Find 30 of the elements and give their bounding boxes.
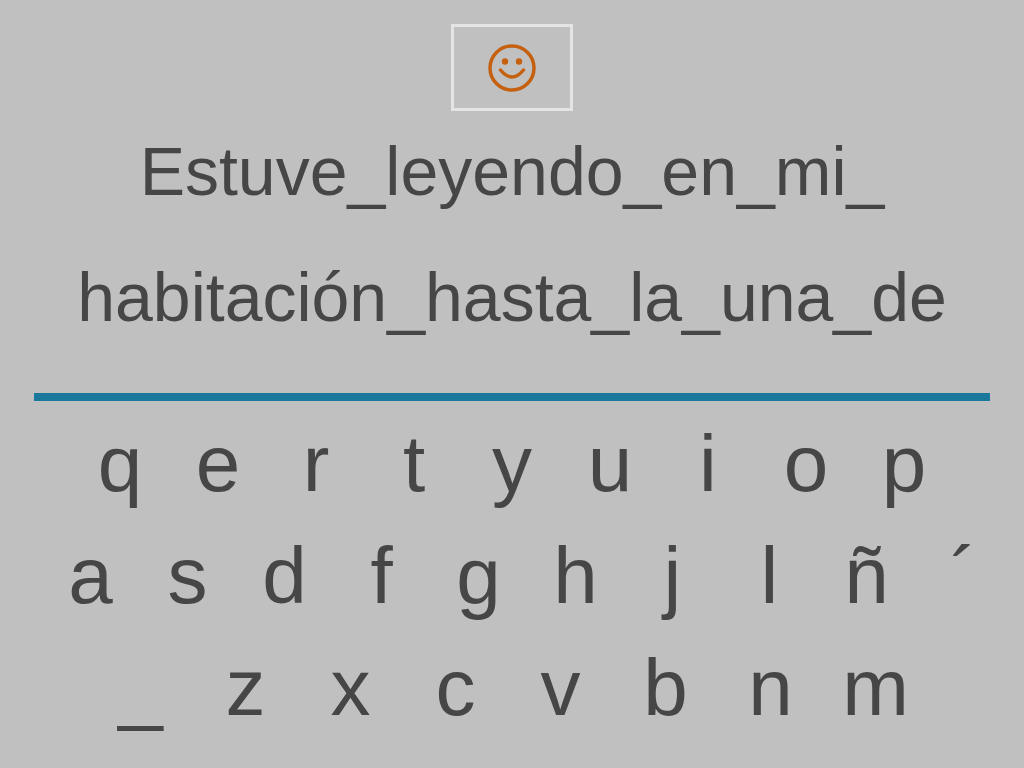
letter-key[interactable]: p xyxy=(855,408,953,520)
letter-key[interactable]: i xyxy=(659,408,757,520)
letter-key[interactable]: e xyxy=(169,408,267,520)
letter-key[interactable]: ñ xyxy=(818,520,915,632)
letter-key[interactable]: h xyxy=(527,520,624,632)
letter-key[interactable]: z xyxy=(193,632,298,744)
letter-key[interactable]: d xyxy=(236,520,333,632)
sentence-line: habitación_hasta_la_una_de xyxy=(77,258,947,337)
letter-key[interactable]: l xyxy=(721,520,818,632)
smiley-icon xyxy=(488,43,536,92)
letter-key[interactable]: n xyxy=(718,632,823,744)
letter-key[interactable]: _ xyxy=(88,632,193,744)
letter-key[interactable]: x xyxy=(298,632,403,744)
letter-key[interactable]: m xyxy=(823,632,928,744)
letter-key[interactable]: ´ xyxy=(915,520,1012,632)
letter-key[interactable]: t xyxy=(365,408,463,520)
letter-key[interactable]: v xyxy=(508,632,613,744)
letter-key[interactable]: q xyxy=(71,408,169,520)
letter-key[interactable]: f xyxy=(333,520,430,632)
letter-key[interactable]: j xyxy=(624,520,721,632)
letter-key[interactable]: g xyxy=(430,520,527,632)
sentence-line: Estuve_leyendo_en_mi_ xyxy=(139,132,885,211)
letter-key[interactable]: c xyxy=(403,632,508,744)
letter-key[interactable]: a xyxy=(42,520,139,632)
letter-key[interactable]: y xyxy=(463,408,561,520)
letter-key[interactable]: u xyxy=(561,408,659,520)
letter-key[interactable]: o xyxy=(757,408,855,520)
letter-key[interactable]: b xyxy=(613,632,718,744)
letter-key[interactable]: s xyxy=(139,520,236,632)
letter-key[interactable]: r xyxy=(267,408,365,520)
